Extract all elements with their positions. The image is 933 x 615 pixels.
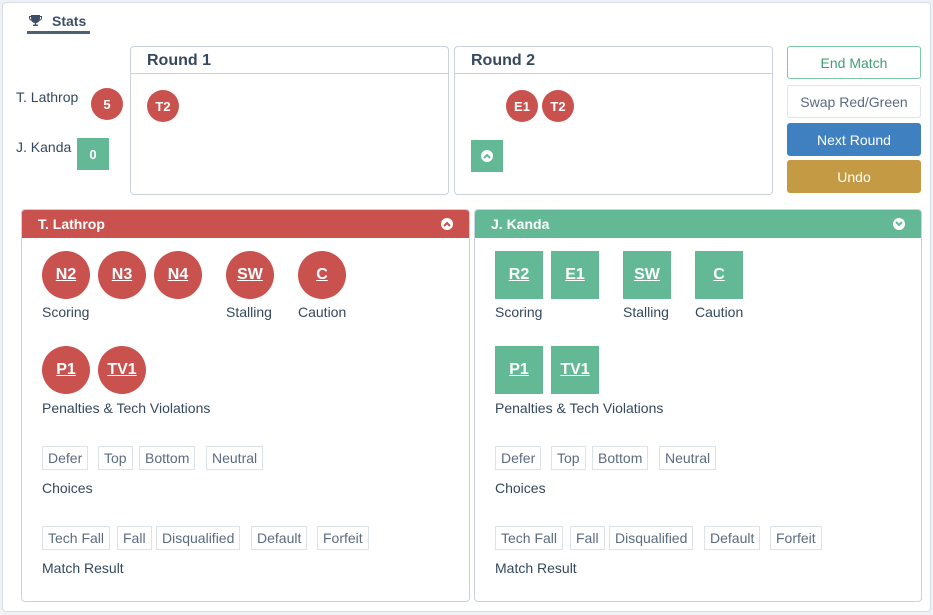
red-scoring-button[interactable]: N3 [98,251,146,299]
next-round-button[interactable]: Next Round [787,123,921,156]
choice-neutral[interactable]: Neutral [659,446,717,470]
chevron-down-circle-icon[interactable] [893,218,905,230]
red-scoring-button[interactable]: N2 [42,251,90,299]
match-result-label: Match Result [42,560,124,576]
chevron-up-circle-icon [481,150,493,162]
red-wrestler-row: T. Lathrop [16,89,78,105]
scoring-label: Scoring [495,304,543,320]
choice-top[interactable]: Top [98,446,133,470]
stats-page: Stats T. Lathrop 5 J. Kanda 0 Round 1 T2… [2,2,931,612]
choice-bottom[interactable]: Bottom [139,446,196,470]
swap-red-green-button[interactable]: Swap Red/Green [787,85,921,118]
result-default[interactable]: Default [704,526,761,550]
result-disqualified[interactable]: Disqualified [609,526,694,550]
red-scoring-button[interactable]: N4 [154,251,202,299]
red-panel-header[interactable]: T. Lathrop [22,210,469,238]
green-scoring-button[interactable]: R2 [495,251,543,299]
green-scoring-button[interactable]: E1 [551,251,599,299]
round-2-title: Round 2 [455,47,772,74]
end-match-button[interactable]: End Match [787,46,921,79]
green-panel-title: J. Kanda [491,216,550,232]
green-wrestler-panel: J. Kanda R2 E1 SW C Scoring Stalling Cau… [474,209,922,602]
green-caution-button[interactable]: C [695,251,743,299]
trophy-icon [29,14,42,27]
choices-label: Choices [495,480,546,496]
red-tech-violation-button[interactable]: TV1 [98,346,146,394]
scoring-label: Scoring [42,304,90,320]
green-stalling-button[interactable]: SW [623,251,671,299]
red-caution-button[interactable]: C [298,251,346,299]
result-disqualified[interactable]: Disqualified [156,526,241,550]
green-panel-header[interactable]: J. Kanda [475,210,921,238]
green-wrestler-row: J. Kanda [16,139,71,155]
result-forfeit[interactable]: Forfeit [317,526,369,550]
round-2-card: Round 2 E1 T2 [454,46,773,195]
caution-label: Caution [298,304,347,320]
result-tech-fall[interactable]: Tech Fall [42,526,111,550]
round-1-card: Round 1 T2 [130,46,449,195]
red-penalty-button[interactable]: P1 [42,346,90,394]
tab-stats[interactable]: Stats [27,12,91,34]
stalling-label: Stalling [226,304,272,320]
choice-defer[interactable]: Defer [42,446,89,470]
red-wrestler-panel: T. Lathrop N2 N3 N4 SW C Scoring Stallin… [21,209,470,602]
red-panel-title: T. Lathrop [38,216,105,232]
undo-button[interactable]: Undo [787,160,921,193]
red-stalling-button[interactable]: SW [226,251,274,299]
green-wrestler-name: J. Kanda [16,139,72,155]
choice-neutral[interactable]: Neutral [206,446,264,470]
green-tech-violation-button[interactable]: TV1 [551,346,599,394]
penalties-label: Penalties & Tech Violations [495,400,664,416]
green-penalty-button[interactable]: P1 [495,346,543,394]
choice-bottom[interactable]: Bottom [592,446,649,470]
stalling-label: Stalling [623,304,669,320]
chevron-up-circle-icon[interactable] [441,218,453,230]
result-tech-fall[interactable]: Tech Fall [495,526,564,550]
red-score-badge: 5 [91,88,123,120]
round-1-red-event[interactable]: T2 [147,90,179,122]
red-wrestler-name: T. Lathrop [16,89,79,105]
result-fall[interactable]: Fall [117,526,152,550]
tab-label: Stats [52,12,87,29]
choice-defer[interactable]: Defer [495,446,542,470]
round-2-red-event[interactable]: E1 [506,90,538,122]
result-fall[interactable]: Fall [570,526,605,550]
round-1-title: Round 1 [131,47,448,74]
round-2-green-indicator[interactable] [471,140,503,172]
result-default[interactable]: Default [251,526,308,550]
round-2-red-event[interactable]: T2 [542,90,574,122]
result-forfeit[interactable]: Forfeit [770,526,822,550]
green-score-badge: 0 [77,138,109,170]
penalties-label: Penalties & Tech Violations [42,400,211,416]
choice-top[interactable]: Top [551,446,586,470]
match-result-label: Match Result [495,560,577,576]
caution-label: Caution [695,304,744,320]
choices-label: Choices [42,480,93,496]
